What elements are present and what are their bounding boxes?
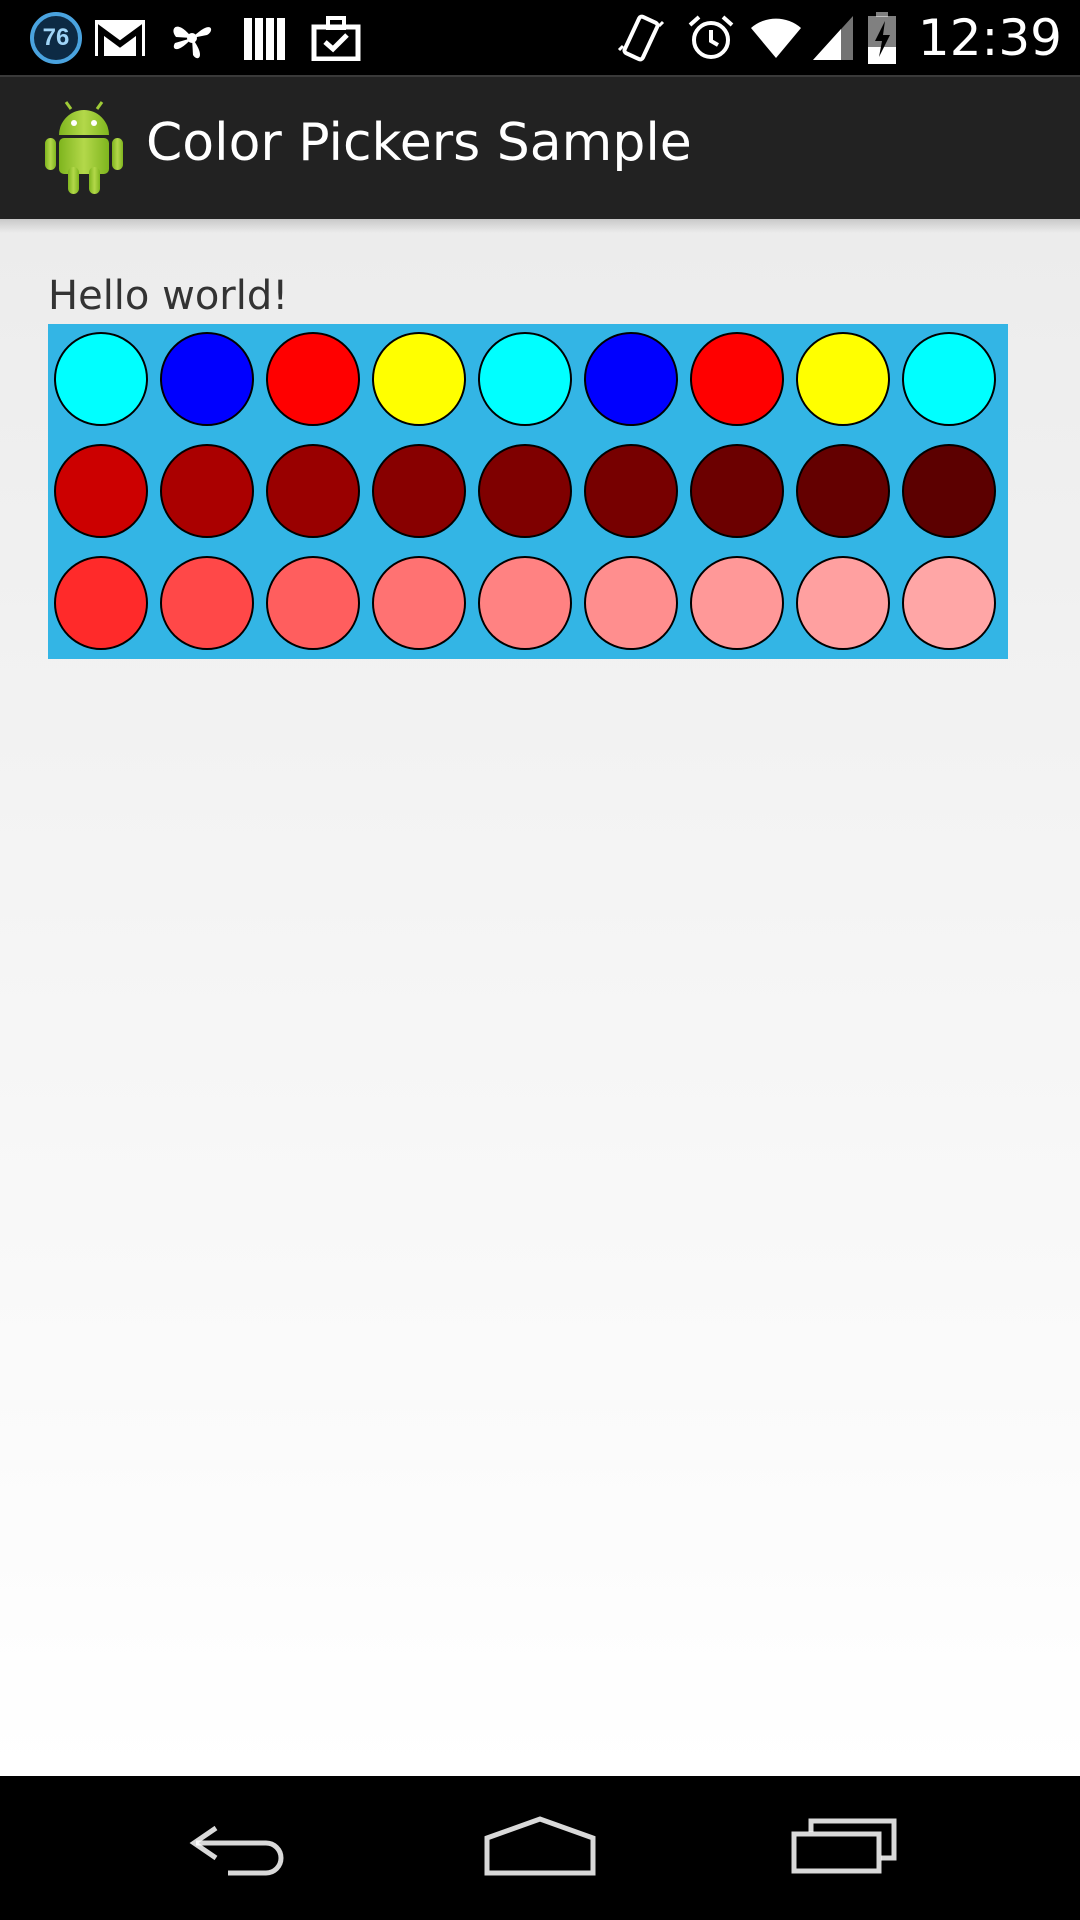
status-bar: 76 12:39 bbox=[0, 0, 1080, 75]
system-status-icons: 12:39 bbox=[606, 6, 1062, 70]
color-swatch[interactable] bbox=[796, 444, 890, 538]
alarm-icon bbox=[676, 10, 746, 66]
color-swatch[interactable] bbox=[478, 332, 572, 426]
color-swatch[interactable] bbox=[54, 444, 148, 538]
color-swatch[interactable] bbox=[54, 556, 148, 650]
color-swatch[interactable] bbox=[478, 444, 572, 538]
badge-76-icon: 76 bbox=[28, 10, 84, 66]
briefcase-check-icon bbox=[300, 10, 372, 66]
action-bar: Color Pickers Sample bbox=[0, 75, 1080, 219]
notification-icons: 76 bbox=[28, 10, 372, 66]
vibrate-icon bbox=[606, 10, 676, 66]
home-button[interactable] bbox=[460, 1796, 620, 1900]
recents-button[interactable] bbox=[764, 1796, 924, 1900]
color-swatch[interactable] bbox=[584, 332, 678, 426]
app-title: Color Pickers Sample bbox=[146, 113, 692, 173]
color-swatch[interactable] bbox=[690, 332, 784, 426]
color-swatch[interactable] bbox=[372, 556, 466, 650]
badge-count: 76 bbox=[42, 24, 70, 51]
home-icon bbox=[484, 1815, 596, 1881]
color-swatch[interactable] bbox=[160, 556, 254, 650]
hello-text: Hello world! bbox=[48, 273, 289, 319]
color-swatch[interactable] bbox=[160, 332, 254, 426]
color-swatch[interactable] bbox=[690, 444, 784, 538]
recents-icon bbox=[791, 1818, 897, 1879]
back-icon bbox=[188, 1816, 292, 1881]
color-swatch[interactable] bbox=[478, 556, 572, 650]
color-swatch[interactable] bbox=[54, 332, 148, 426]
back-button[interactable] bbox=[160, 1796, 320, 1900]
main-content: Hello world! bbox=[0, 219, 1080, 1776]
navigation-bar bbox=[0, 1776, 1080, 1920]
signal-icon bbox=[806, 10, 860, 66]
android-robot-icon[interactable] bbox=[44, 101, 124, 195]
color-swatch[interactable] bbox=[796, 332, 890, 426]
wifi-icon bbox=[746, 10, 806, 66]
color-swatch[interactable] bbox=[690, 556, 784, 650]
color-swatch[interactable] bbox=[902, 332, 996, 426]
color-swatch[interactable] bbox=[266, 332, 360, 426]
color-swatch[interactable] bbox=[266, 444, 360, 538]
color-swatch[interactable] bbox=[584, 444, 678, 538]
color-swatch[interactable] bbox=[902, 444, 996, 538]
color-picker-grid bbox=[48, 324, 1008, 659]
color-swatch[interactable] bbox=[160, 444, 254, 538]
status-clock: 12:39 bbox=[917, 9, 1062, 67]
color-swatch[interactable] bbox=[796, 556, 890, 650]
gmail-icon bbox=[84, 10, 156, 66]
color-swatch[interactable] bbox=[372, 444, 466, 538]
color-swatch[interactable] bbox=[584, 556, 678, 650]
pinwheel-icon bbox=[156, 10, 228, 66]
books-icon bbox=[228, 10, 300, 66]
color-swatch[interactable] bbox=[372, 332, 466, 426]
battery-charging-icon bbox=[860, 10, 904, 66]
action-bar-shadow bbox=[0, 219, 1080, 233]
color-swatch[interactable] bbox=[902, 556, 996, 650]
color-swatch[interactable] bbox=[266, 556, 360, 650]
